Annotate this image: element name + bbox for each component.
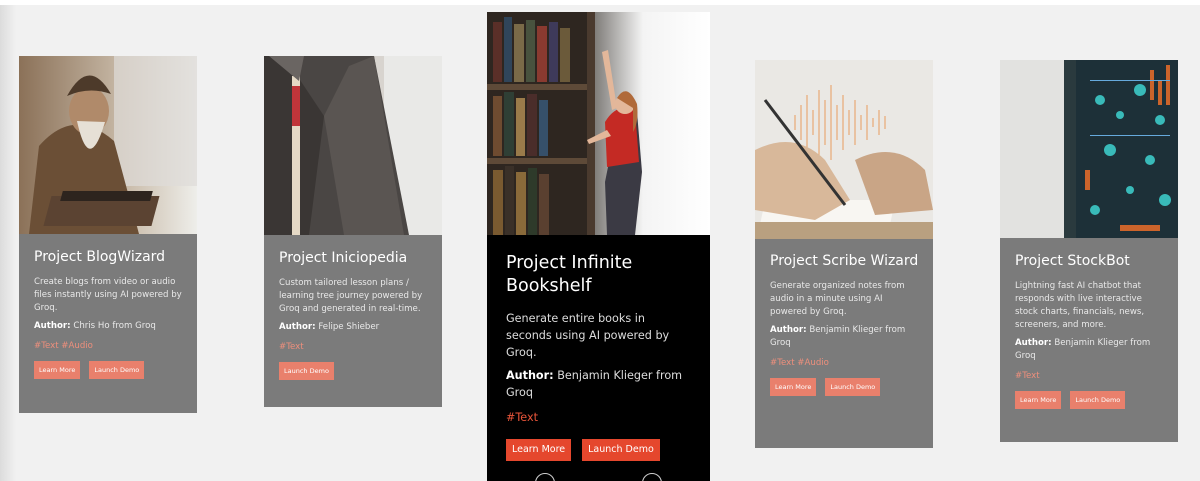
launch-demo-button[interactable]: Launch Demo [1070,391,1126,409]
card-description: Generate organized notes from audio in a… [770,281,905,317]
card-description: Custom tailored lesson plans / learning … [279,278,423,314]
author-label: Author: [1015,338,1052,348]
card-description: Lightning fast AI chatbot that responds … [1015,281,1145,330]
author-name: Felipe Shieber [318,322,380,332]
project-card-iniciopedia[interactable]: Project Iniciopedia Custom tailored less… [264,56,442,407]
author-label: Author: [506,369,554,382]
project-card-scribe-wizard[interactable]: Project Scribe Wizard Generate organized… [755,60,933,448]
card-title: Project Iniciopedia [279,250,408,266]
launch-demo-button[interactable]: Launch Demo [825,378,881,396]
card-title: Project Infinite Bookshelf [506,253,633,296]
card-tags: #Text #Audio [770,358,829,368]
learn-more-button[interactable]: Learn More [34,361,81,379]
left-scroll-shadow [0,5,16,481]
tailor-suit-measuring-tape-image [264,56,442,235]
hands-writing-soundwave-image [755,60,933,239]
card-author: Author: Benjamin Klieger from Groq [506,367,694,401]
learn-more-button[interactable]: Learn More [770,378,817,396]
top-edge [0,0,1200,5]
author-label: Author: [770,325,807,335]
author-name: Chris Ho from Groq [73,321,156,331]
woman-at-bookshelf-image [487,12,710,235]
carousel-prev-circle[interactable] [535,473,555,481]
learn-more-button[interactable]: Learn More [1015,391,1062,409]
author-label: Author: [279,322,316,332]
stock-market-screens-image [1000,60,1178,238]
author-label: Author: [34,321,71,331]
card-tags: #Text [279,342,304,352]
launch-demo-button[interactable]: Launch Demo [279,362,334,380]
card-author: Author: Felipe Shieber [279,321,430,334]
project-card-stockbot[interactable]: Project StockBot Lightning fast AI chatb… [1000,60,1178,442]
carousel-controls [523,473,674,481]
card-tags: #Text [506,411,538,424]
card-title: Project Scribe Wizard [770,253,919,269]
card-author: Author: Benjamin Klieger from Groq [770,324,921,350]
card-title: Project BlogWizard [34,249,166,265]
project-card-infinite-bookshelf[interactable]: Project Infinite Bookshelf Generate enti… [487,12,710,481]
card-tags: #Text #Audio [34,341,93,351]
card-description: Create blogs from video or audio files i… [34,277,182,313]
launch-demo-button[interactable]: Launch Demo [89,361,145,379]
learn-more-button[interactable]: Learn More [506,439,572,461]
card-description: Generate entire books in seconds using A… [506,312,670,359]
project-card-blogwizard[interactable]: Project BlogWizard Create blogs from vid… [19,56,197,413]
carousel-next-circle[interactable] [642,473,662,481]
card-author: Author: Benjamin Klieger from Groq [1015,337,1166,363]
card-title: Project StockBot [1015,253,1130,269]
card-tags: #Text [1015,371,1040,381]
launch-demo-button[interactable]: Launch Demo [582,439,660,461]
card-author: Author: Chris Ho from Groq [34,320,185,333]
old-wizard-typing-image [19,56,197,234]
